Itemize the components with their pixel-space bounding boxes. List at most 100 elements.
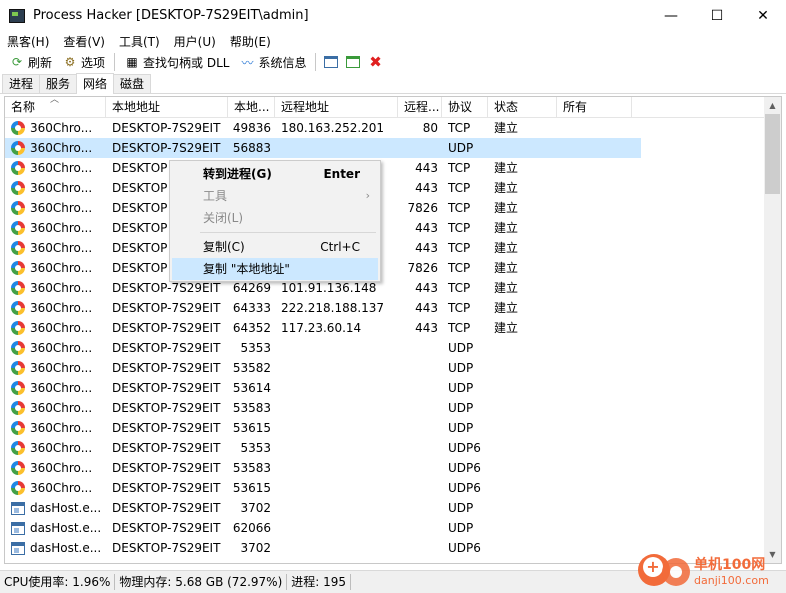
tab-disk[interactable]: 磁盘	[113, 74, 152, 93]
menu-goto-process[interactable]: 转到进程(G) Enter	[172, 163, 378, 185]
menu-tools[interactable]: 工具(T)	[112, 33, 167, 50]
column-name[interactable]: ︿ 名称	[5, 97, 106, 118]
menu-view[interactable]: 查看(V)	[56, 33, 112, 50]
cell-local-address: DESKTOP-7S29EIT	[112, 381, 221, 395]
window-title: Process Hacker [DESKTOP-7S29EIT\admin]	[33, 8, 309, 23]
column-remote-port[interactable]: 远程...	[398, 97, 442, 118]
vertical-scrollbar[interactable]: ▲ ▼	[764, 97, 781, 563]
cell-name: 360Chro...	[5, 458, 106, 478]
tab-network[interactable]: 网络	[76, 73, 115, 94]
menu-help[interactable]: 帮助(E)	[223, 33, 278, 50]
cell-state	[488, 498, 557, 518]
browser-360-icon	[11, 121, 25, 135]
cell-name: dasHost.e...	[5, 498, 106, 518]
process-name: 360Chro...	[30, 141, 93, 155]
table-row[interactable]: 360Chro... DESKTOP 443 TCP 建立	[5, 218, 765, 238]
tab-services[interactable]: 服务	[39, 74, 78, 93]
menu-hacker[interactable]: 黑客(H)	[0, 33, 56, 50]
cell-protocol: UDP6	[448, 481, 481, 495]
table-row[interactable]: 360Chro... DESKTOP-7S29EIT 53583 UDP	[5, 398, 765, 418]
column-owner[interactable]: 所有	[557, 97, 632, 118]
table-row[interactable]: 360Chro... DESKTOP-7S29EIT 53615 UDP6	[5, 478, 765, 498]
menu-copy-local-address[interactable]: 复制 "本地地址"	[172, 258, 378, 280]
menu-users[interactable]: 用户(U)	[167, 33, 223, 50]
process-name: 360Chro...	[30, 381, 93, 395]
column-remote-address[interactable]: 远程地址	[275, 97, 398, 118]
table-row[interactable]: 360Chro... DESKTOP-7S29EIT 53615 UDP	[5, 418, 765, 438]
scroll-thumb[interactable]	[765, 114, 780, 194]
column-local-address[interactable]: 本地地址	[106, 97, 228, 118]
browser-360-icon	[11, 421, 25, 435]
options-button[interactable]: ⚙ 选项	[57, 52, 110, 72]
table-row[interactable]: 360Chro... DESKTOP 7826 TCP 建立	[5, 258, 765, 278]
table-row[interactable]: 360Chro... DESKTOP 7826 TCP 建立	[5, 198, 765, 218]
cell-state: 建立	[494, 161, 519, 175]
cell-remote-port	[398, 438, 442, 458]
tab-processes[interactable]: 进程	[2, 74, 41, 93]
cell-remote-address	[275, 438, 398, 458]
process-name: 360Chro...	[30, 341, 93, 355]
cell-remote-port: 443	[415, 181, 438, 195]
context-menu: 转到进程(G) Enter 工具 › 关闭(L) 复制(C) Ctrl+C 复制…	[169, 160, 381, 282]
table-row[interactable]: 360Chro... DESKTOP-7S29EIT 56883 UDP	[5, 138, 641, 158]
cell-remote-address	[275, 398, 398, 418]
cell-local-port: 64352	[232, 321, 271, 335]
table-row[interactable]: 360Chro... DESKTOP-7S29EIT 49836 180.163.25…	[5, 118, 765, 138]
close-button[interactable]: ✕	[740, 0, 786, 31]
window-icon-button[interactable]	[320, 52, 342, 72]
title-bar: Process Hacker [DESKTOP-7S29EIT\admin] —…	[0, 0, 786, 31]
cell-remote-port	[398, 358, 442, 378]
table-row[interactable]: 360Chro... DESKTOP-7S29EIT 5353 UDP6	[5, 438, 765, 458]
find-window-button[interactable]	[342, 52, 364, 72]
table-row[interactable]: 360Chro... DESKTOP 443 TCP 建立	[5, 158, 765, 178]
table-row[interactable]: 360Chro... DESKTOP-7S29EIT 53614 UDP	[5, 378, 765, 398]
column-state[interactable]: 状态	[488, 97, 557, 118]
cell-state	[488, 398, 557, 418]
cell-state	[488, 338, 557, 358]
cell-protocol: TCP	[448, 241, 471, 255]
cell-remote-address	[275, 378, 398, 398]
table-row[interactable]: 360Chro... DESKTOP 443 TCP 建立	[5, 178, 765, 198]
table-row[interactable]: 360Chro... DESKTOP-7S29EIT 64333 222.218.18…	[5, 298, 765, 318]
refresh-icon: ⟳	[11, 55, 23, 69]
find-handles-button[interactable]: ▦ 查找句柄或 DLL	[119, 52, 234, 72]
status-processes: 进程: 195	[287, 574, 352, 590]
process-name: 360Chro...	[30, 441, 93, 455]
cell-local-port: 56883	[232, 141, 271, 155]
cell-local-address: DESKTOP-7S29EIT	[112, 481, 221, 495]
cell-remote-port	[398, 418, 442, 438]
column-protocol[interactable]: 协议	[442, 97, 488, 118]
browser-360-icon	[11, 221, 25, 235]
table-row[interactable]: 360Chro... DESKTOP-7S29EIT 64352 117.23.60.…	[5, 318, 765, 338]
terminate-button[interactable]: ✖	[364, 52, 386, 72]
table-row[interactable]: 360Chro... DESKTOP-7S29EIT 53582 UDP	[5, 358, 765, 378]
cell-protocol: TCP	[448, 201, 471, 215]
cell-name: dasHost.e...	[5, 518, 106, 538]
cell-local-port: 53614	[232, 381, 271, 395]
table-row[interactable]: dasHost.e... DESKTOP-7S29EIT 62066 UDP	[5, 518, 765, 538]
column-local-port[interactable]: 本地...	[228, 97, 275, 118]
scroll-up-icon[interactable]: ▲	[764, 97, 781, 114]
sort-up-icon: ︿	[50, 97, 60, 105]
process-name: dasHost.e...	[30, 521, 102, 535]
cell-local-port: 3702	[240, 501, 271, 515]
process-name: dasHost.e...	[30, 541, 102, 555]
cell-remote-port	[398, 378, 442, 398]
cell-name: 360Chro...	[5, 298, 106, 318]
refresh-button[interactable]: ⟳ 刷新	[4, 52, 57, 72]
cell-local-port: 64333	[232, 301, 271, 315]
menu-copy[interactable]: 复制(C) Ctrl+C	[172, 236, 378, 258]
process-name: 360Chro...	[30, 461, 93, 475]
table-row[interactable]: 360Chro... DESKTOP-7S29EIT 53583 UDP6	[5, 458, 765, 478]
table-row[interactable]: 360Chro... DESKTOP-7S29EIT 64269 101.91.136…	[5, 278, 765, 298]
minimize-button[interactable]: —	[648, 0, 694, 31]
window-app-icon	[11, 541, 25, 555]
table-row[interactable]: dasHost.e... DESKTOP-7S29EIT 3702 UDP	[5, 498, 765, 518]
network-list[interactable]: ︿ 名称 本地地址 本地... 远程地址 远程... 协议 状态 所有 360C…	[4, 96, 782, 564]
table-row[interactable]: 360Chro... DESKTOP 443 TCP 建立	[5, 238, 765, 258]
chevron-right-icon: ›	[365, 189, 370, 202]
table-row[interactable]: 360Chro... DESKTOP-7S29EIT 5353 UDP	[5, 338, 765, 358]
system-info-button[interactable]: 〰 系统信息	[234, 52, 311, 72]
copy-label: 复制(C)	[203, 240, 245, 254]
maximize-button[interactable]: ☐	[694, 0, 740, 31]
